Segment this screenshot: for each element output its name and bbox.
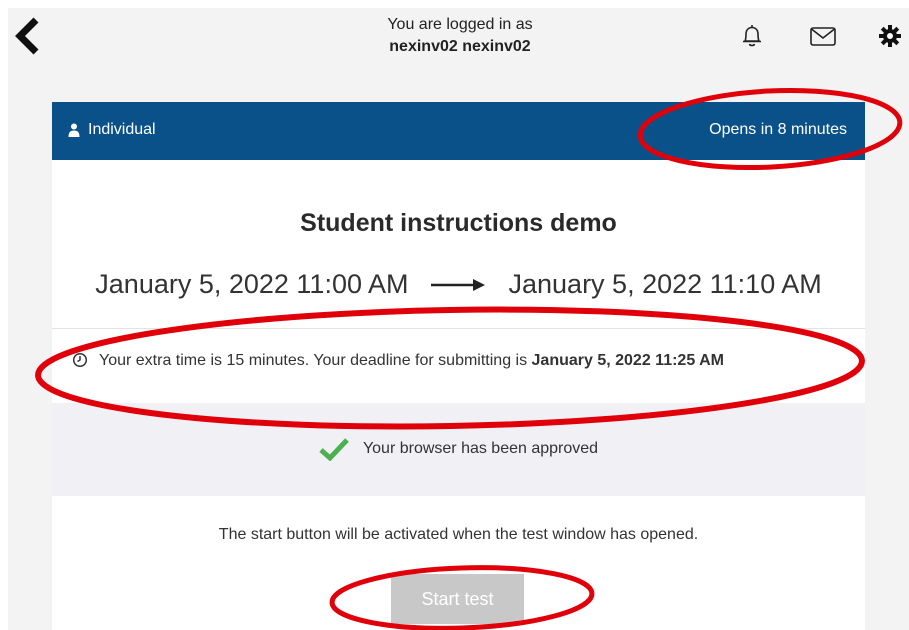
browser-approved-status: Your browser has been approved [52,437,865,461]
test-title: Student instructions demo [300,209,617,237]
test-card: Individual Opens in 8 minutes Student in… [52,102,865,630]
mode-indicator: Individual [68,121,156,139]
arrow-right-icon [430,278,485,291]
start-time: January 5, 2022 11:00 AM [95,269,409,299]
messages-button[interactable] [808,22,836,50]
end-time: January 5, 2022 11:10 AM [508,269,822,299]
username: nexinv02 nexinv02 [389,38,531,55]
login-info: You are logged in as nexinv02 nexinv02 [330,14,590,58]
start-note: The start button will be activated when … [218,526,699,543]
logged-in-label: You are logged in as [387,16,533,33]
settings-button[interactable] [876,22,904,50]
test-window-times: January 5, 2022 11:00 AM January 5, 2022… [52,269,865,300]
extra-time-message: Your extra time is 15 minutes. Your dead… [99,352,532,369]
extra-time-notice: Your extra time is 15 minutes. Your dead… [52,346,865,376]
opening-status: Opens in 8 minutes [709,121,847,138]
bell-icon [743,25,761,47]
clock-icon [72,352,88,368]
person-icon [68,123,80,137]
checkmark-icon [319,438,349,461]
mode-label: Individual [88,121,156,138]
browser-check-panel: Your browser has been approved [52,403,865,496]
mail-icon [810,27,836,46]
gear-icon [879,25,901,47]
card-header: Individual Opens in 8 minutes [52,102,865,160]
back-button[interactable] [12,16,46,56]
divider [52,328,865,329]
back-chevron-icon [15,17,39,55]
extra-time-deadline: January 5, 2022 11:25 AM [531,352,724,369]
start-test-button[interactable]: Start test [391,574,524,624]
extra-time-text: Your extra time is 15 minutes. Your dead… [99,352,724,370]
notifications-button[interactable] [738,22,766,50]
browser-status-text: Your browser has been approved [362,440,599,457]
